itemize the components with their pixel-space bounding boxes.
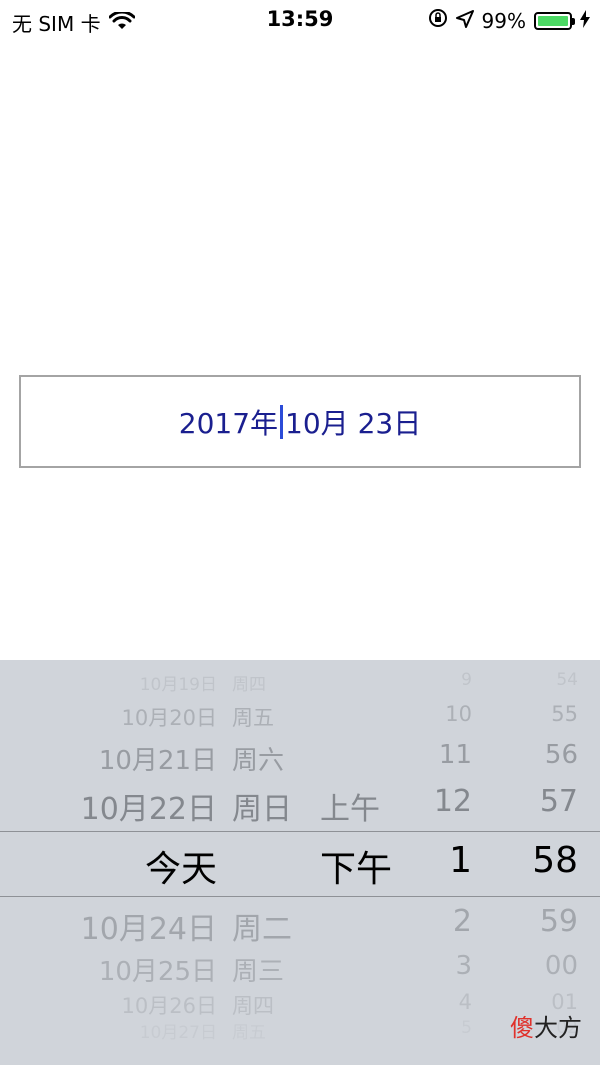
picker-row-selected[interactable]: 今天 下午 1 58 <box>0 840 600 890</box>
picker-hour: 10 <box>445 702 472 726</box>
picker-date: 10月27日 <box>139 1023 217 1043</box>
text-caret <box>280 404 284 439</box>
picker-weekday: 周四 <box>232 675 266 695</box>
picker-row[interactable]: 10月25日 周三 3 00 <box>0 951 600 987</box>
picker-date: 10月25日 <box>98 957 217 987</box>
picker-row[interactable]: 10月22日 周日 上午 12 57 <box>0 784 600 827</box>
picker-minute: 00 <box>544 951 578 981</box>
picker-date: 10月26日 <box>121 994 217 1018</box>
picker-ampm: 下午 <box>320 849 393 890</box>
date-text-field[interactable]: 2017年 10月 23日 <box>19 375 581 468</box>
picker-date: 10月19日 <box>139 675 217 695</box>
picker-date: 今天 <box>144 849 217 890</box>
picker-hour: 1 <box>449 840 472 881</box>
picker-date: 10月22日 <box>80 792 217 827</box>
battery-icon <box>534 11 575 30</box>
picker-hour: 12 <box>433 784 472 819</box>
status-right: 99% <box>428 8 590 33</box>
picker-weekday: 周五 <box>232 706 274 730</box>
picker-weekday: 周六 <box>232 746 285 776</box>
battery-fill <box>538 15 568 26</box>
orientation-lock-icon <box>428 8 448 33</box>
picker-row[interactable]: 10月19日 周四 9 54 <box>0 670 600 695</box>
picker-weekday: 周四 <box>232 994 274 1018</box>
picker-hour: 11 <box>438 740 472 770</box>
picker-hour: 4 <box>458 990 472 1014</box>
date-field-year: 2017年 <box>178 406 279 440</box>
date-field-month-day: 10月 23日 <box>285 406 422 440</box>
picker-minute: 57 <box>539 784 578 819</box>
date-time-picker[interactable]: 10月19日 周四 9 54 10月20日 周五 10 55 10月21日 周六 11 56 10月22… <box>0 660 600 1065</box>
picker-row[interactable]: 10月20日 周五 10 55 <box>0 702 600 731</box>
picker-hour: 2 <box>452 904 472 939</box>
picker-ampm: 上午 <box>320 792 380 827</box>
picker-weekday: 周日 <box>232 792 292 827</box>
picker-minute: 56 <box>544 740 578 770</box>
charging-bolt-icon <box>580 9 590 33</box>
picker-hour: 3 <box>455 951 472 981</box>
picker-minute: 58 <box>532 840 578 881</box>
picker-hour: 9 <box>461 670 472 690</box>
status-bar: 无 SIM 卡 13:59 99% <box>0 0 600 40</box>
picker-date: 10月20日 <box>121 706 217 730</box>
picker-minute: 55 <box>551 702 578 726</box>
picker-weekday: 周三 <box>232 957 285 987</box>
picker-date: 10月21日 <box>98 746 217 776</box>
picker-hour: 5 <box>461 1018 472 1038</box>
battery-percent: 99% <box>481 8 526 33</box>
picker-weekday: 周二 <box>232 912 292 947</box>
picker-weekday: 周五 <box>232 1023 266 1043</box>
location-arrow-icon <box>455 9 474 33</box>
picker-minute: 59 <box>539 904 578 939</box>
date-field-value: 2017年 10月 23日 <box>179 402 421 442</box>
watermark-char-red: 傻 <box>510 1014 534 1042</box>
picker-row[interactable]: 10月21日 周六 11 56 <box>0 740 600 776</box>
picker-row[interactable]: 10月24日 周二 2 59 <box>0 904 600 947</box>
watermark: 傻大方 <box>510 1008 582 1043</box>
watermark-text: 大方 <box>534 1014 582 1042</box>
picker-minute: 54 <box>556 670 578 690</box>
picker-date: 10月24日 <box>80 912 217 947</box>
